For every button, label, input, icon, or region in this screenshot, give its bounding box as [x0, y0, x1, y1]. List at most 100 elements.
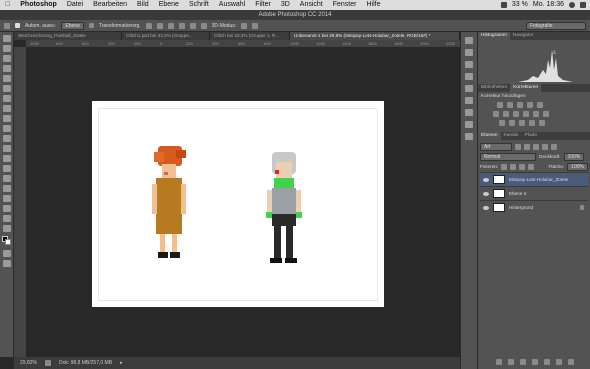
tab-libraries[interactable]: Bibliotheken [478, 84, 510, 92]
tab-unbenannt[interactable]: Unbenannt-1 bei 29,8% (Minipop-Lets-Holu… [290, 32, 460, 40]
autoselect-dropdown[interactable]: Ebene [61, 21, 84, 30]
lock-all-icon[interactable] [528, 164, 535, 170]
selective-color-icon[interactable] [539, 120, 545, 126]
fx-icon[interactable] [507, 359, 514, 365]
curves-icon[interactable] [517, 102, 523, 108]
distribute-icon[interactable] [178, 22, 185, 29]
menu-auswahl[interactable]: Auswahl [214, 0, 250, 10]
paragraph-icon[interactable] [465, 121, 473, 128]
apple-menu-icon[interactable]:  [0, 0, 15, 10]
layer-name[interactable]: Ebene 3 [509, 191, 526, 196]
brush-icon[interactable] [3, 105, 11, 112]
tab-paths[interactable]: Pfade [521, 132, 540, 140]
share-icon[interactable] [44, 360, 51, 366]
eraser-icon[interactable] [3, 135, 11, 142]
color-balance-icon[interactable] [503, 111, 509, 117]
tab-navigator[interactable]: Navigator [510, 32, 537, 40]
posterize-icon[interactable] [509, 120, 515, 126]
distribute-center-icon[interactable] [189, 22, 196, 29]
filter-pixel-icon[interactable] [515, 143, 521, 150]
dodge-icon[interactable] [3, 165, 11, 172]
menu-datei[interactable]: Datei [62, 0, 88, 10]
checkbox-checked-icon[interactable] [15, 23, 20, 28]
tab-weichzeichnung[interactable]: Weichzeichnung_Painball_Zotele [14, 32, 122, 40]
screen-mode-icon[interactable] [3, 260, 11, 267]
type-icon[interactable] [3, 185, 11, 192]
glyphs-icon[interactable] [465, 133, 473, 140]
align-icon[interactable] [145, 22, 152, 29]
tab-glitch[interactable]: Glitch bei 33,3% (Gruppe 1, R... [210, 32, 290, 40]
adjustment-layer-icon[interactable] [531, 359, 538, 365]
distribute-right-icon[interactable] [200, 22, 207, 29]
crop-icon[interactable] [3, 75, 11, 82]
align-center-icon[interactable] [156, 22, 163, 29]
healing-icon[interactable] [3, 95, 11, 102]
zoom-icon[interactable] [3, 225, 11, 232]
menu-schrift[interactable]: Schrift [184, 0, 214, 10]
layer-row[interactable]: Ebene 3 [480, 186, 588, 200]
mask-icon[interactable] [519, 359, 526, 365]
gradient-icon[interactable] [3, 145, 11, 152]
menu-3d[interactable]: 3D [276, 0, 295, 10]
color-lookup-icon[interactable] [543, 111, 549, 117]
filter-smart-icon[interactable] [551, 143, 557, 150]
link-icon[interactable] [495, 359, 502, 365]
exposure-icon[interactable] [527, 102, 533, 108]
threshold-icon[interactable] [519, 120, 525, 126]
hand-icon[interactable] [3, 215, 11, 222]
folder-icon[interactable] [543, 359, 550, 365]
brightness-icon[interactable] [497, 102, 503, 108]
channel-mixer-icon[interactable] [533, 111, 539, 117]
quick-mask-icon[interactable] [3, 250, 11, 257]
blur-icon[interactable] [3, 155, 11, 162]
trash-icon[interactable] [567, 359, 574, 365]
opacity-field[interactable]: 100% [563, 153, 585, 161]
lock-paint-icon[interactable] [510, 164, 517, 170]
filter-shape-icon[interactable] [542, 143, 548, 150]
clone-source-icon[interactable] [465, 97, 473, 104]
tab-histogram[interactable]: Histogramm [478, 32, 510, 40]
lasso-icon[interactable] [3, 55, 11, 62]
eye-icon[interactable] [483, 177, 489, 182]
quick-select-icon[interactable] [3, 65, 11, 72]
levels-icon[interactable] [507, 102, 513, 108]
checkbox-icon[interactable] [88, 23, 94, 28]
lock-pixels-icon[interactable] [501, 164, 508, 170]
clock-text[interactable]: Mo. 18:36 [533, 0, 564, 10]
eye-icon[interactable] [483, 205, 489, 210]
filter-type-icon[interactable] [533, 143, 539, 150]
eye-icon[interactable] [483, 191, 489, 196]
layer-name[interactable]: Hintergrund [509, 205, 533, 210]
menu-ansicht[interactable]: Ansicht [295, 0, 328, 10]
filter-adjust-icon[interactable] [524, 143, 530, 150]
menu-bearbeiten[interactable]: Bearbeiten [88, 0, 132, 10]
layer-row[interactable]: Hintergrund [480, 200, 588, 214]
shape-icon[interactable] [3, 205, 11, 212]
character-icon[interactable] [465, 109, 473, 116]
blend-mode-dropdown[interactable]: Normal [480, 153, 536, 161]
vibrance-icon[interactable] [537, 102, 543, 108]
menu-hilfe[interactable]: Hilfe [361, 0, 385, 10]
actions-icon[interactable] [465, 49, 473, 56]
move-icon[interactable] [3, 35, 11, 42]
align-right-icon[interactable] [167, 22, 174, 29]
layer-name[interactable]: Minipop-Lets-Holubar_Zotele [509, 177, 568, 182]
menu-bild[interactable]: Bild [132, 0, 154, 10]
rotate-3d-icon[interactable] [241, 22, 248, 29]
history-brush-icon[interactable] [3, 125, 11, 132]
list-icon[interactable] [580, 2, 586, 8]
brushes-icon[interactable] [465, 85, 473, 92]
marquee-icon[interactable] [3, 45, 11, 52]
menu-filter[interactable]: Filter [250, 0, 276, 10]
menu-fenster[interactable]: Fenster [328, 0, 362, 10]
tab-channels[interactable]: Kanäle [501, 132, 522, 140]
zoom-level[interactable]: 29,82% [20, 357, 37, 369]
wifi-icon[interactable] [500, 2, 507, 8]
search-icon[interactable] [569, 2, 575, 8]
pan-3d-icon[interactable] [252, 22, 259, 29]
move-tool-icon[interactable] [4, 22, 10, 29]
tab-glitch1[interactable]: Glitch1.psd bei 33,3% (Gruppe... [122, 32, 210, 40]
tab-adjustments[interactable]: Korrekturen [510, 84, 542, 92]
new-layer-icon[interactable] [555, 359, 562, 365]
properties-icon[interactable] [465, 73, 473, 80]
